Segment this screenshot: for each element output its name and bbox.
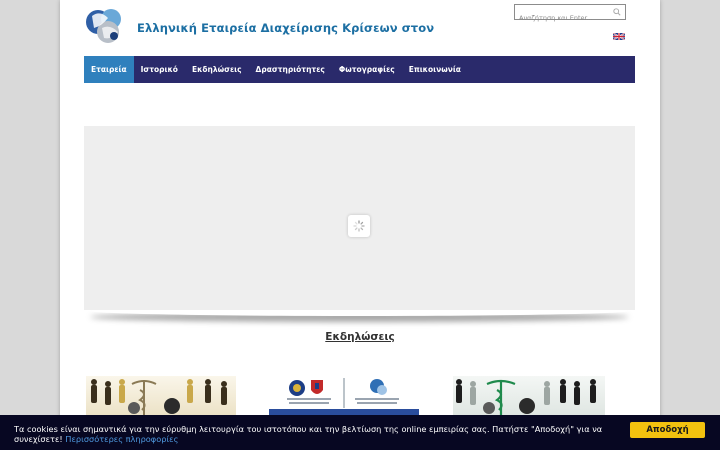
event-image-people-green: [456, 379, 596, 416]
event-thumbnail-1[interactable]: [86, 376, 236, 416]
slider-container: [84, 126, 635, 310]
uk-flag-icon[interactable]: [613, 33, 625, 40]
event-image-people-gold: [91, 379, 227, 416]
nav-item-events[interactable]: Εκδηλώσεις: [185, 56, 249, 83]
site-title[interactable]: Ελληνική Εταιρεία Διαχείρισης Κρίσεων στ…: [137, 21, 434, 35]
loading-spinner: [348, 215, 370, 237]
nav-item-contact[interactable]: Επικοινωνία: [402, 56, 468, 83]
search-box: [514, 4, 626, 25]
event-thumbnail-3[interactable]: [453, 376, 605, 416]
nav-item-photos[interactable]: Φωτογραφίες: [332, 56, 402, 83]
event-image-logos: [269, 378, 419, 416]
search-icon[interactable]: [613, 8, 621, 16]
nav-item-company[interactable]: Εταιρεία: [84, 56, 134, 83]
events-title-text[interactable]: Εκδηλώσεις: [325, 331, 394, 343]
nav-item-history[interactable]: Ιστορικό: [134, 56, 185, 83]
event-thumbnail-2[interactable]: [269, 376, 419, 416]
main-nav: Εταιρεία Ιστορικό Εκδηλώσεις Δραστηριότη…: [84, 56, 635, 83]
search-input[interactable]: [515, 11, 611, 25]
events-section-title: Εκδηλώσεις: [60, 331, 660, 343]
cookie-consent-bar: Τα cookies είναι σημαντικά για την εύρυθ…: [0, 415, 720, 450]
page-container: Ελληνική Εταιρεία Διαχείρισης Κρίσεων στ…: [60, 0, 660, 450]
nav-item-activities[interactable]: Δραστηριότητες: [249, 56, 332, 83]
cookie-accept-button[interactable]: Αποδοχή: [630, 422, 705, 438]
logo-graphic: [86, 9, 121, 43]
cookie-more-info-link[interactable]: Περισσότερες πληροφορίες: [65, 434, 178, 444]
cookie-message: Τα cookies είναι σημαντικά για την εύρυθ…: [14, 424, 624, 444]
site-logo[interactable]: [84, 6, 126, 46]
image-slider[interactable]: [84, 126, 635, 310]
spinner-icon: [353, 220, 365, 232]
